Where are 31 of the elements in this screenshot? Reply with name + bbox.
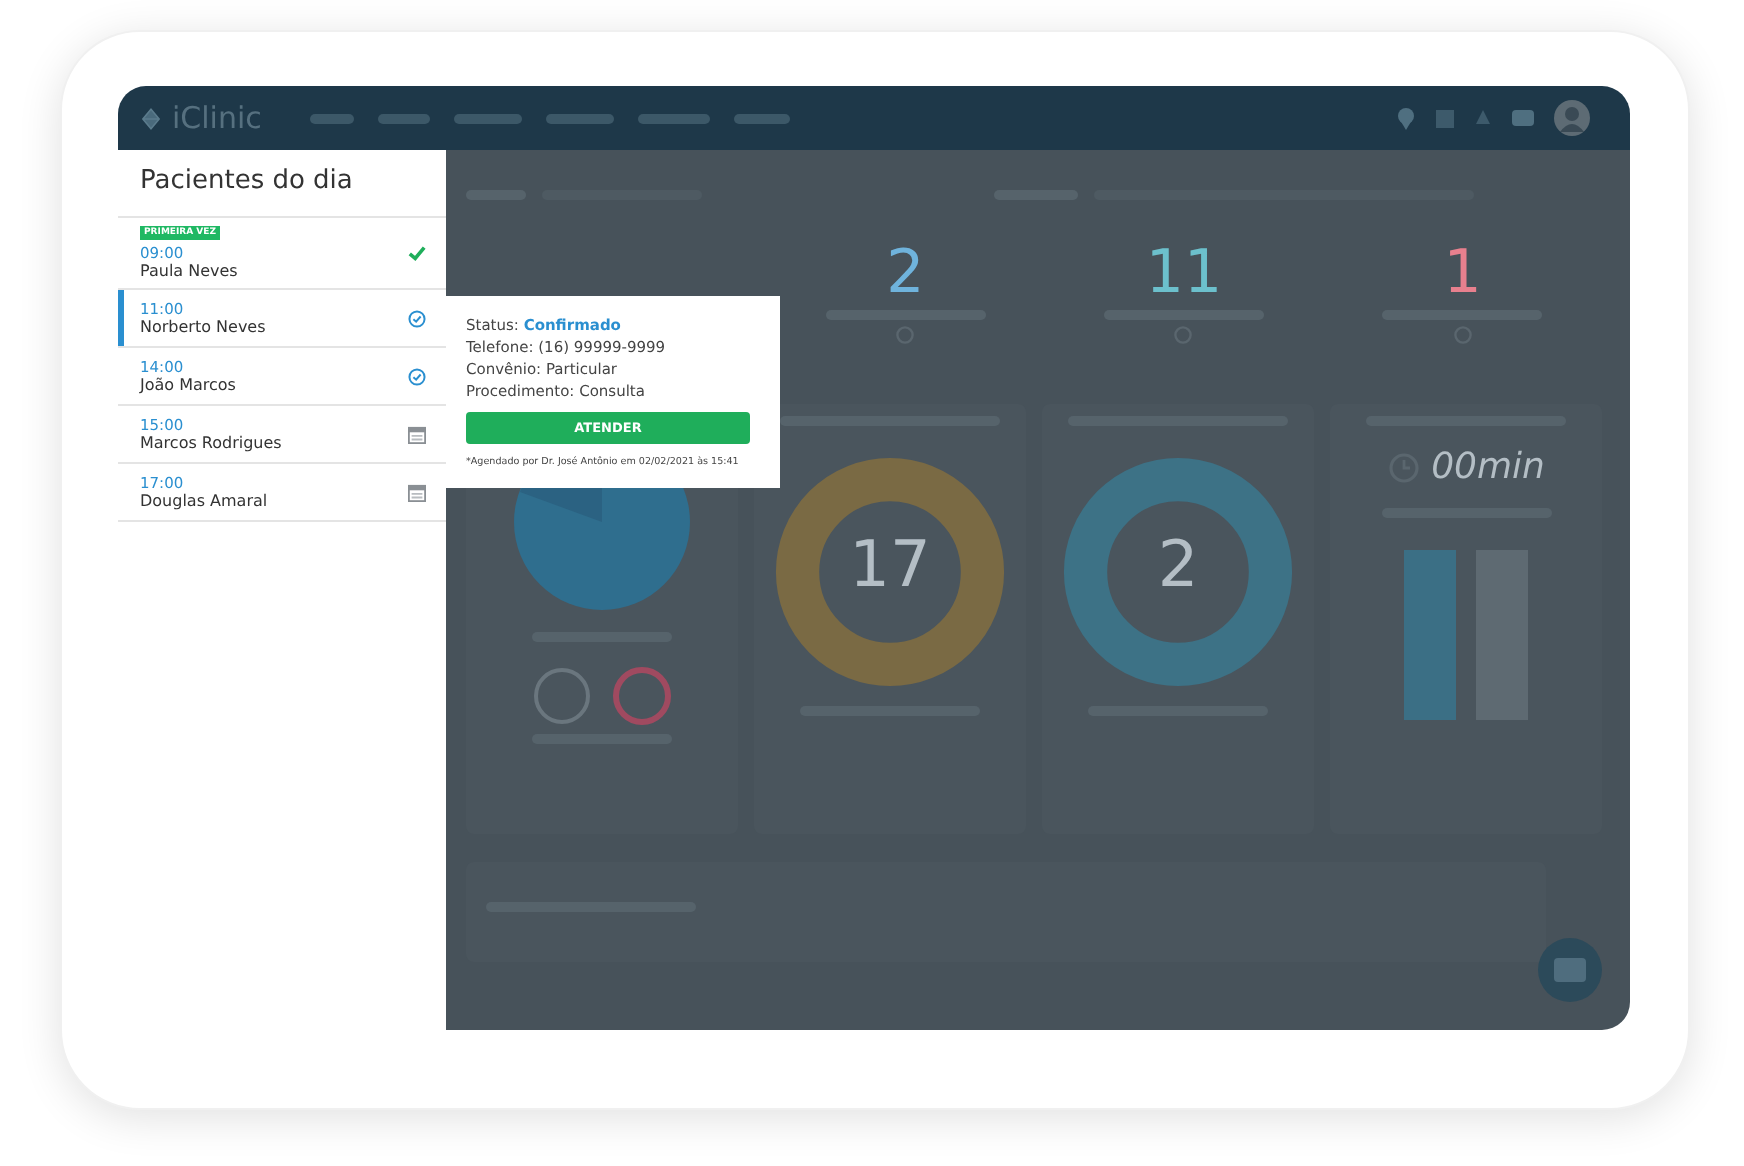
patient-name: Marcos Rodrigues [140, 434, 282, 452]
chat-button[interactable] [1538, 938, 1602, 1002]
stat-number: 2 [886, 244, 925, 304]
calendar-icon [408, 483, 426, 501]
blurred-nav-item[interactable] [733, 113, 790, 123]
blurred-nav-item[interactable] [545, 113, 614, 123]
leaf-icon [138, 105, 164, 131]
circled-check-icon [408, 367, 426, 385]
stat-number: 1 [1443, 244, 1482, 304]
chat-bubble-icon [1554, 958, 1586, 982]
blurred-nav-item[interactable] [637, 113, 710, 123]
patient-name: Paula Neves [140, 262, 238, 280]
stat-number: 11 [1145, 244, 1223, 304]
avatar-icon[interactable] [1554, 100, 1590, 136]
patient-name: João Marcos [140, 376, 236, 394]
message-icon[interactable] [1512, 110, 1534, 126]
donut-center-number: 17 [847, 526, 933, 602]
location-pin-icon[interactable] [1396, 106, 1416, 130]
blurred-nav-item[interactable] [309, 113, 354, 123]
duration-value: 00min [1431, 446, 1545, 488]
gender-rings-drawing [532, 666, 672, 726]
bell-icon[interactable] [1474, 110, 1492, 126]
patient-name: Norberto Neves [140, 318, 266, 336]
circled-check-icon [408, 309, 426, 327]
patient-name: Douglas Amaral [140, 492, 268, 510]
blurred-nav-item[interactable] [453, 113, 522, 123]
grid-icon[interactable] [1436, 109, 1454, 127]
calendar-icon [408, 425, 426, 443]
checkmark-icon [408, 244, 426, 262]
donut-center-number: 2 [1155, 526, 1201, 602]
blurred-nav-item[interactable] [377, 113, 430, 123]
